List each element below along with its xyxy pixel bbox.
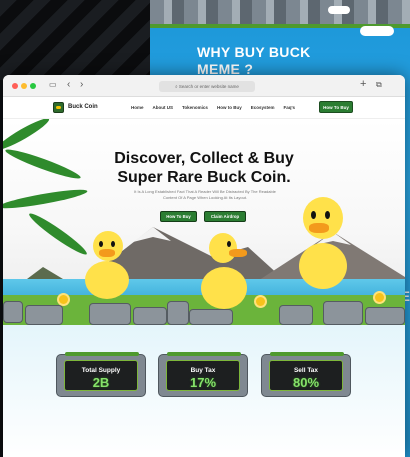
stat-card-buy-tax: Buy Tax 17% bbox=[158, 352, 248, 397]
rock-border bbox=[150, 0, 410, 26]
rock bbox=[25, 305, 63, 325]
hero-how-to-buy-button[interactable]: How To Buy bbox=[160, 211, 197, 222]
nav-links: Home About US Tokenomics How to Buy Ecos… bbox=[131, 105, 295, 110]
forward-icon[interactable]: › bbox=[80, 79, 83, 90]
dark-striped-background bbox=[0, 0, 160, 80]
buck-coin-logo[interactable] bbox=[53, 102, 64, 113]
rock bbox=[323, 301, 363, 325]
cloud bbox=[360, 26, 394, 36]
cloud bbox=[328, 6, 350, 14]
rock bbox=[365, 307, 405, 325]
rock bbox=[3, 301, 23, 323]
duck-left bbox=[79, 227, 139, 302]
claim-airdrop-button[interactable]: Claim Airdrop bbox=[204, 211, 246, 222]
site-navbar: Buck Coin Home About US Tokenomics How t… bbox=[3, 97, 405, 119]
address-text: Search or enter website name bbox=[178, 84, 239, 89]
rock bbox=[279, 305, 313, 325]
stat-label: Buy Tax bbox=[190, 367, 216, 374]
maximize-dot[interactable] bbox=[30, 83, 36, 89]
browser-toolbar: ▭ ‹ › ⌕ Search or enter website name + ⧉ bbox=[3, 75, 405, 97]
stat-card-total-supply: Total Supply 2B bbox=[56, 352, 146, 397]
stat-value: 80% bbox=[292, 375, 320, 390]
duck-center bbox=[199, 231, 251, 311]
search-icon: ⌕ bbox=[175, 84, 178, 89]
nav-link-home[interactable]: Home bbox=[131, 105, 144, 110]
rock bbox=[189, 309, 233, 325]
stat-value: 2B bbox=[92, 375, 110, 390]
new-tab-icon[interactable]: + bbox=[360, 78, 366, 90]
screen: WHY BUY BUCK MEME ? E ▭ ‹ › ⌕ Search or … bbox=[0, 0, 410, 457]
why-buy-heading: WHY BUY BUCK MEME ? bbox=[197, 44, 311, 77]
rock bbox=[133, 307, 167, 325]
stat-label: Total Supply bbox=[81, 367, 121, 374]
nav-link-ecosystem[interactable]: Ecosystem bbox=[251, 105, 275, 110]
stat-label: Sell Tax bbox=[293, 367, 319, 374]
close-dot[interactable] bbox=[12, 83, 18, 89]
hero-title-line1: Discover, Collect & Buy bbox=[114, 150, 294, 167]
nav-link-about[interactable]: About US bbox=[153, 105, 174, 110]
nav-link-tokenomics[interactable]: Tokenomics bbox=[182, 105, 208, 110]
flower bbox=[59, 295, 68, 304]
rock bbox=[89, 303, 131, 325]
browser-window: ▭ ‹ › ⌕ Search or enter website name + ⧉… bbox=[3, 75, 405, 457]
tabs-overview-icon[interactable]: ⧉ bbox=[376, 80, 382, 90]
flower bbox=[256, 297, 265, 306]
brand-name[interactable]: Buck Coin bbox=[68, 104, 98, 110]
stat-card-sell-tax: Sell Tax 80% bbox=[261, 352, 351, 397]
rock bbox=[167, 301, 189, 325]
flower bbox=[375, 293, 384, 302]
address-bar[interactable]: ⌕ Search or enter website name bbox=[159, 81, 255, 92]
stat-value: 17% bbox=[189, 375, 217, 390]
back-icon[interactable]: ‹ bbox=[67, 79, 70, 90]
hero-subtitle: It Is A Long Established Fact That A Rea… bbox=[134, 189, 276, 200]
nav-link-how-to-buy[interactable]: How to Buy bbox=[217, 105, 242, 110]
tokenomics-stats: Total Supply 2B Buy Tax 17% Sell Tax 80% bbox=[3, 325, 405, 457]
nav-how-to-buy-button[interactable]: How To Buy bbox=[319, 101, 353, 113]
duck-right bbox=[291, 191, 355, 291]
sidebar-icon[interactable]: ▭ bbox=[49, 80, 57, 89]
hero-section: Discover, Collect & Buy Super Rare Buck … bbox=[3, 119, 405, 325]
nav-link-faq[interactable]: Faq's bbox=[283, 105, 295, 110]
minimize-dot[interactable] bbox=[21, 83, 27, 89]
